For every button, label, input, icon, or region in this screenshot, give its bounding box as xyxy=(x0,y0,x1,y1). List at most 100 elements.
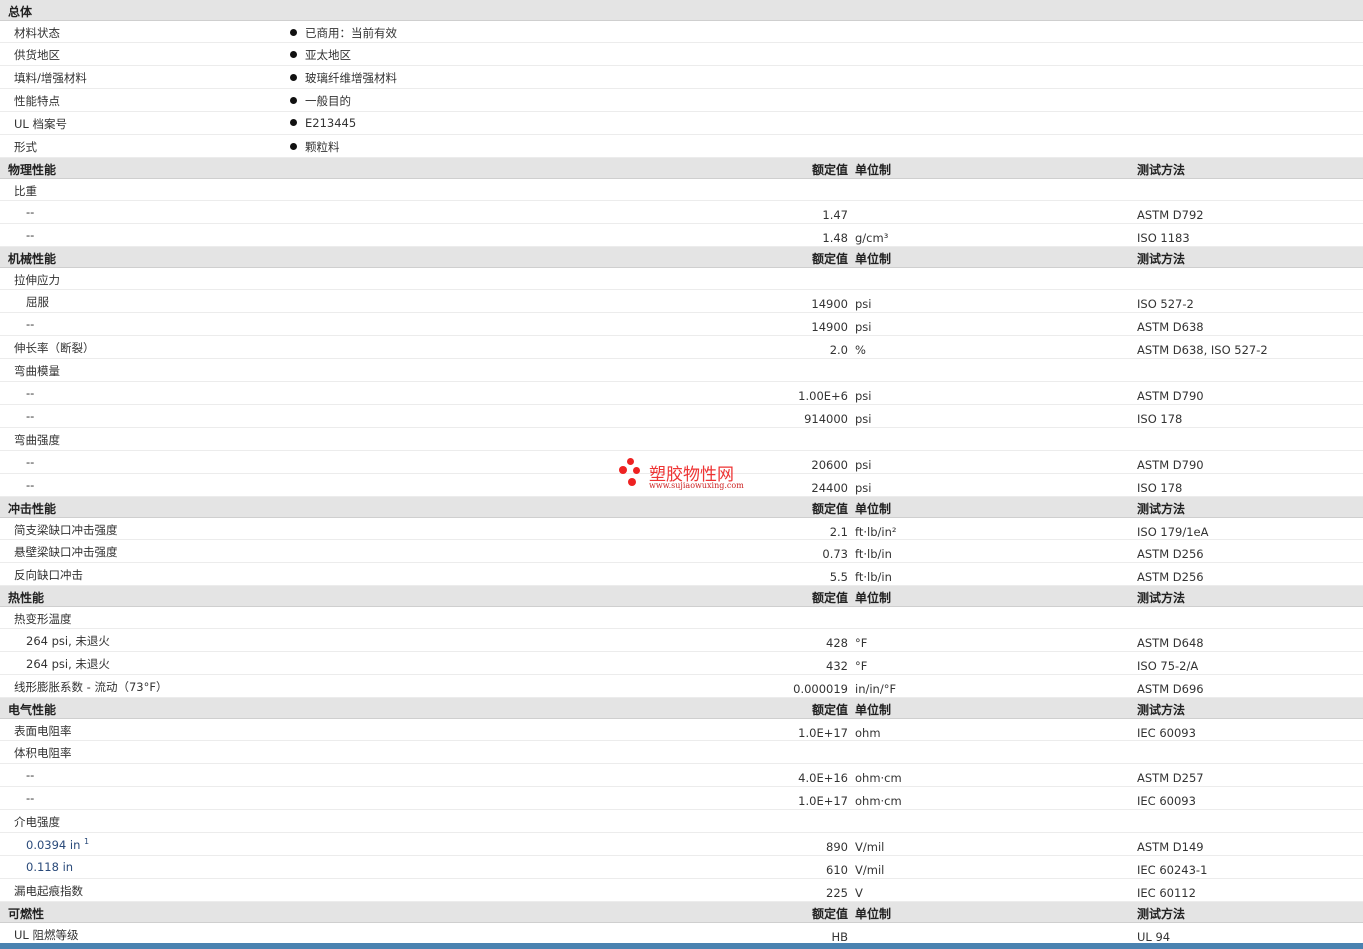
test-method: ISO 75-2/A xyxy=(1137,659,1199,673)
unit-value: psi xyxy=(855,458,872,472)
table-row: 悬壁梁缺口冲击强度 0.73 ft·lb/in ASTM D256 xyxy=(0,540,1363,563)
table-row: -- 14900 psi ASTM D638 xyxy=(0,313,1363,336)
row-label: 屈服 xyxy=(26,294,49,310)
row-label-text: 0.0394 in xyxy=(26,837,81,852)
test-method: ASTM D696 xyxy=(1137,682,1204,696)
row-label: UL 档案号 xyxy=(14,116,67,132)
row-label-text: 264 psi, 未退火 xyxy=(26,657,110,671)
watermark-logo: 塑胶物性网 www.sujiaowuxing.com xyxy=(619,458,749,492)
nominal-value: 1.47 xyxy=(822,208,848,222)
row-label-text: 伸长率（断裂） xyxy=(14,341,95,355)
bottom-scrollbar[interactable] xyxy=(0,943,1363,949)
test-method: ASTM D638 xyxy=(1137,320,1204,334)
unit-value: V xyxy=(855,886,863,900)
row-label-text: 表面电阻率 xyxy=(14,724,72,738)
test-method: ASTM D790 xyxy=(1137,458,1204,472)
section-header: 机械性能 额定值 单位制 测试方法 xyxy=(0,247,1363,268)
nominal-value: 914000 xyxy=(804,412,848,426)
table-row: 264 psi, 未退火 428 °F ASTM D648 xyxy=(0,629,1363,652)
bullet-text: 一般目的 xyxy=(305,94,351,108)
section-title: 电气性能 xyxy=(8,703,57,717)
test-method: ASTM D648 xyxy=(1137,636,1204,650)
table-row: 比重 xyxy=(0,179,1363,201)
bullet-icon xyxy=(290,74,297,81)
nominal-value: 20600 xyxy=(811,458,848,472)
unit-value: psi xyxy=(855,297,872,311)
unit-value: psi xyxy=(855,320,872,334)
unit-value: °F xyxy=(855,659,868,673)
row-label: -- xyxy=(26,455,34,469)
nominal-value: HB xyxy=(831,930,848,944)
test-method: ASTM D792 xyxy=(1137,208,1204,222)
row-label: -- xyxy=(26,317,34,331)
bullet-icon xyxy=(290,119,297,126)
bullet-text: 亚太地区 xyxy=(305,48,351,62)
unit-value: ohm·cm xyxy=(855,794,902,808)
row-label: 弯曲模量 xyxy=(14,363,60,379)
test-method: ASTM D256 xyxy=(1137,547,1204,561)
table-row: UL 档案号 E213445 xyxy=(0,112,1363,135)
test-method: ASTM D149 xyxy=(1137,840,1204,854)
bullet-text: 已商用：当前有效 xyxy=(305,26,397,40)
table-row: 介电强度 xyxy=(0,810,1363,833)
row-label-text: -- xyxy=(26,478,35,492)
table-row: 表面电阻率 1.0E+17 ohm IEC 60093 xyxy=(0,719,1363,741)
section-header: 热性能 额定值 单位制 测试方法 xyxy=(0,586,1363,607)
row-label: 线形膨胀系数 - 流动（73°F） xyxy=(14,679,167,695)
unit-value: V/mil xyxy=(855,863,885,877)
table-row: 填料/增强材料 玻璃纤维增强材料 xyxy=(0,66,1363,89)
row-label: 264 psi, 未退火 xyxy=(26,633,110,649)
table-row: -- 1.48 g/cm³ ISO 1183 xyxy=(0,224,1363,247)
row-label: 漏电起痕指数 xyxy=(14,883,83,899)
nominal-value: 428 xyxy=(826,636,848,650)
table-row: 伸长率（断裂） 2.0% ASTM D638, ISO 527-2 xyxy=(0,336,1363,359)
bullet-icon xyxy=(290,29,297,36)
row-label-text: 热变形温度 xyxy=(14,612,72,626)
test-method: ASTM D256 xyxy=(1137,570,1204,584)
table-row: 0.0394 in 1 890 V/mil ASTM D149 xyxy=(0,833,1363,856)
footnote-marker: 1 xyxy=(84,837,90,846)
row-label-text: 弯曲强度 xyxy=(14,433,60,447)
unit-value: psi xyxy=(855,389,872,403)
unit-value: ft·lb/in xyxy=(855,570,892,584)
row-label: 供货地区 xyxy=(14,47,60,63)
row-label-text: -- xyxy=(26,791,35,805)
row-label: 体积电阻率 xyxy=(14,745,72,761)
section-title: 物理性能 xyxy=(8,163,57,177)
table-row: 屈服 14900 psi ISO 527-2 xyxy=(0,290,1363,313)
nominal-value: 5.5 xyxy=(829,570,848,584)
unit-value: ft·lb/in² xyxy=(855,525,897,539)
row-label: 0.118 in xyxy=(26,860,73,874)
column-header-unit: 单位制 xyxy=(855,163,892,177)
section-header: 冲击性能 额定值 单位制 测试方法 xyxy=(0,497,1363,518)
nominal-value: 432 xyxy=(826,659,848,673)
column-header-method: 测试方法 xyxy=(1137,703,1186,717)
unit-value: V/mil xyxy=(855,840,885,854)
nominal-value: 225 xyxy=(826,886,848,900)
row-label-text: -- xyxy=(26,455,35,469)
row-label: -- xyxy=(26,791,34,805)
row-label-text: 简支梁缺口冲击强度 xyxy=(14,523,118,537)
row-label: 形式 xyxy=(14,139,37,155)
nominal-value: 2.1 xyxy=(829,525,848,539)
table-row: 拉伸应力 xyxy=(0,268,1363,290)
row-label-text: 264 psi, 未退火 xyxy=(26,634,110,648)
bullet-text: E213445 xyxy=(305,116,357,130)
unit-value: psi xyxy=(855,412,872,426)
test-method: ISO 527-2 xyxy=(1137,297,1194,311)
test-method: IEC 60093 xyxy=(1137,726,1196,740)
row-label: -- xyxy=(26,205,34,219)
row-label: 264 psi, 未退火 xyxy=(26,656,110,672)
row-label-text: -- xyxy=(26,386,35,400)
nominal-value: 1.00E+6 xyxy=(798,389,848,403)
test-method: IEC 60112 xyxy=(1137,886,1196,900)
column-header-value: 额定值 xyxy=(811,252,848,266)
bullet-icon xyxy=(290,51,297,58)
row-label: 0.0394 in 1 xyxy=(26,837,89,852)
row-label-text: 填料/增强材料 xyxy=(14,71,87,85)
row-bullet-value: 亚太地区 xyxy=(290,47,351,63)
table-row: -- 1.0E+17 ohm·cm IEC 60093 xyxy=(0,787,1363,810)
row-bullet-value: 一般目的 xyxy=(290,93,351,109)
nominal-value: 0.73 xyxy=(822,547,848,561)
row-bullet-value: E213445 xyxy=(290,116,356,130)
